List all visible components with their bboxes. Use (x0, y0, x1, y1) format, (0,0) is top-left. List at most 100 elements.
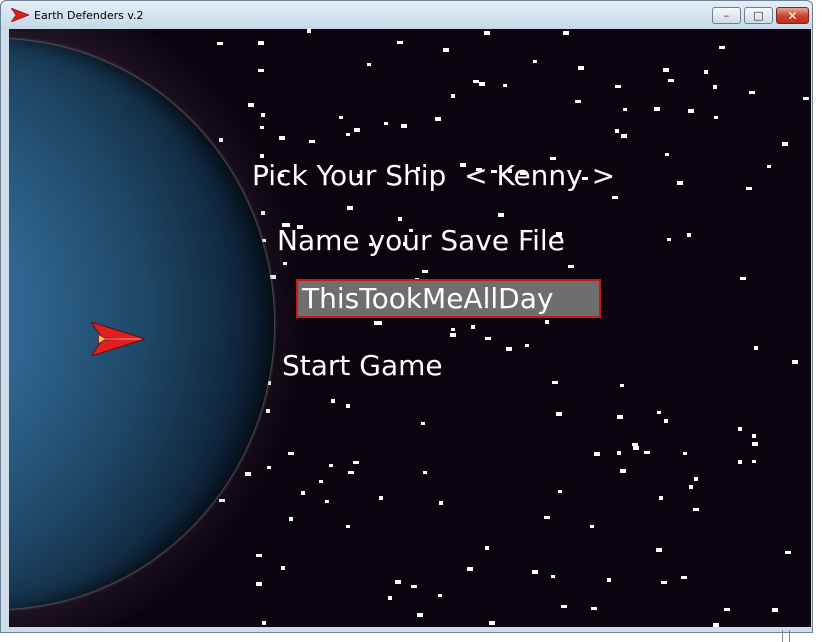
ship-selector[interactable]: < Kenny > (464, 159, 615, 192)
star (261, 113, 265, 117)
star (724, 608, 730, 611)
star (615, 85, 621, 88)
star (256, 554, 262, 557)
star (752, 434, 756, 438)
star (752, 442, 758, 446)
star (617, 451, 621, 455)
star (506, 347, 512, 351)
star (620, 469, 626, 473)
star (664, 419, 668, 423)
star (621, 134, 627, 138)
star (590, 525, 594, 528)
star (339, 116, 343, 119)
star (683, 452, 687, 455)
star (401, 124, 407, 128)
star (256, 582, 262, 586)
star (752, 460, 756, 463)
star (289, 517, 293, 521)
star (688, 109, 694, 113)
star (558, 490, 562, 493)
star (746, 187, 752, 190)
title-bar[interactable]: Earth Defenders v.2 – □ ✕ (1, 1, 812, 29)
star (525, 344, 529, 347)
star (633, 446, 639, 450)
star (767, 165, 771, 168)
window-title: Earth Defenders v.2 (34, 9, 144, 22)
star (450, 333, 456, 337)
star (563, 31, 569, 35)
star (374, 321, 380, 325)
star (738, 427, 742, 431)
star (623, 108, 627, 111)
star (379, 496, 383, 500)
star (258, 41, 264, 45)
star (532, 570, 538, 574)
star (533, 60, 537, 63)
star (561, 605, 567, 608)
star (704, 70, 708, 74)
star (485, 337, 491, 340)
star (714, 116, 718, 119)
maximize-button[interactable]: □ (744, 7, 773, 24)
game-canvas[interactable]: Pick Your Ship < Kenny > Name your Save … (9, 29, 811, 627)
star (551, 575, 555, 578)
maximize-icon: □ (753, 9, 764, 22)
minimize-button[interactable]: – (712, 7, 741, 24)
app-ship-icon (11, 8, 29, 22)
star (792, 360, 798, 364)
star (575, 100, 581, 103)
star (307, 29, 311, 33)
star (353, 461, 359, 464)
star (615, 129, 619, 133)
star (260, 126, 264, 129)
star (556, 412, 562, 416)
star (594, 452, 600, 456)
start-game-button[interactable]: Start Game (282, 349, 443, 382)
pick-ship-option[interactable]: Pick Your Ship < Kenny > (252, 159, 615, 192)
star (417, 613, 423, 617)
star (772, 608, 778, 612)
star (438, 594, 442, 597)
star (395, 580, 401, 584)
player-ship-icon (91, 322, 145, 356)
star (347, 206, 353, 210)
star (479, 82, 485, 86)
close-icon: ✕ (787, 8, 798, 23)
star (451, 94, 455, 98)
star (217, 42, 223, 45)
star (612, 196, 618, 199)
star (632, 443, 638, 446)
star (552, 381, 558, 384)
close-button[interactable]: ✕ (776, 7, 809, 24)
star (348, 471, 354, 474)
star (354, 128, 360, 132)
star (677, 181, 683, 185)
star (503, 84, 507, 87)
pick-ship-label: Pick Your Ship (252, 159, 447, 192)
star (803, 97, 809, 100)
star (325, 500, 329, 503)
star (367, 63, 371, 66)
star (443, 48, 449, 52)
star (423, 471, 427, 474)
star (346, 404, 350, 408)
star (329, 464, 333, 467)
resize-grip[interactable] (782, 630, 790, 642)
star (681, 576, 687, 579)
save-file-input[interactable]: ThisTookMeAllDay (296, 279, 601, 318)
star (661, 581, 667, 584)
game-window: Earth Defenders v.2 – □ ✕ Pick Your Ship… (0, 0, 813, 633)
star (654, 107, 660, 111)
star (687, 233, 691, 237)
star (331, 399, 335, 403)
star (644, 451, 650, 454)
star (397, 41, 403, 44)
star (578, 66, 584, 70)
star (281, 566, 285, 570)
star (422, 270, 428, 273)
star (659, 496, 663, 500)
star (411, 585, 417, 588)
star (607, 578, 611, 582)
star (388, 596, 392, 600)
star (473, 80, 479, 83)
